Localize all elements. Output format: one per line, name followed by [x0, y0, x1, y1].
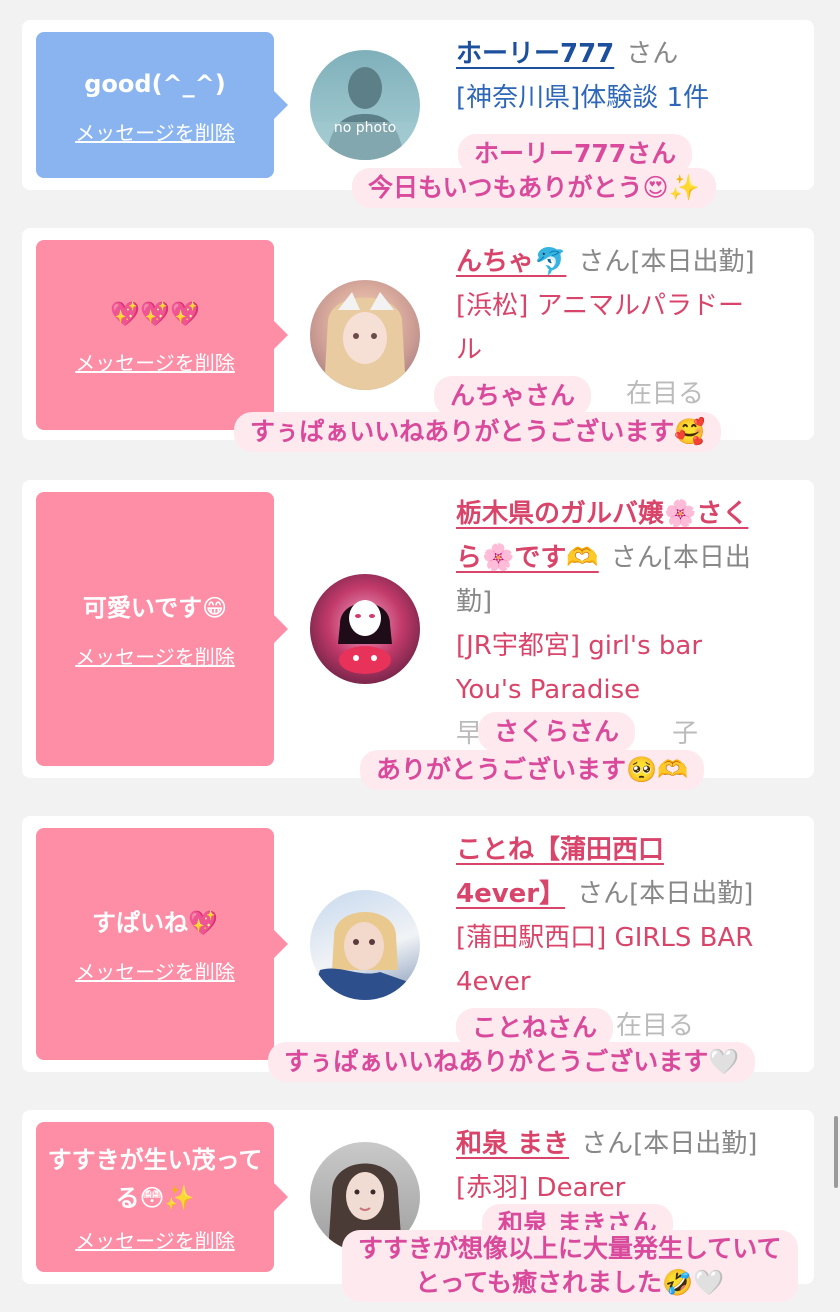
user-name-link[interactable]: ホーリー777	[456, 39, 614, 69]
san-suffix: さん[本日出勤]	[578, 247, 755, 277]
story-caption-message: すぅぱぁいいねありがとうございます🥰	[234, 412, 722, 452]
avatar[interactable]	[310, 280, 420, 390]
user-name-link-cont[interactable]: ら🌸です🫶	[456, 543, 599, 573]
avatar[interactable]	[310, 890, 420, 1000]
story-caption-name: んちゃさん	[434, 376, 592, 416]
message-bubble: 💖💖💖 メッセージを削除	[36, 240, 288, 430]
profile-photo	[310, 912, 420, 1000]
message-bubble: すぱいね💖 メッセージを削除	[36, 828, 288, 1060]
san-suffix-cont: 勤]	[456, 587, 493, 617]
story-caption-message: ありがとうございます🥺🫶	[360, 750, 705, 790]
message-card-3: 可愛いです😁 メッセージを削除 栃木県のガルバ嬢🌸さく ら🌸です🫶 さん[本日出 …	[22, 480, 814, 778]
san-suffix: さん[本日出勤]	[581, 1129, 758, 1159]
silhouette-icon	[310, 67, 420, 160]
scrollbar[interactable]	[834, 1116, 838, 1188]
no-photo-caption: no photo	[333, 120, 397, 136]
user-name-link-cont[interactable]: 4ever】	[456, 879, 565, 909]
shop-name-cont: You's Paradise	[456, 675, 641, 705]
shop-name-cont: ル	[456, 335, 483, 365]
user-name-link[interactable]: 栃木県のガルバ嬢🌸さく	[456, 499, 748, 529]
message-bubble: 可愛いです😁 メッセージを削除	[36, 492, 288, 766]
story-caption-message: すすきが想像以上に大量発生していて とっても癒されました🤣🤍	[342, 1230, 798, 1302]
delete-message-link[interactable]: メッセージを削除	[75, 1225, 235, 1254]
avatar[interactable]	[310, 574, 420, 684]
avatar-no-photo[interactable]: no photo	[310, 50, 420, 160]
user-name-link[interactable]: んちゃ🐬	[456, 247, 566, 277]
story-caption-message: 今日もいつもありがとう😍✨	[352, 168, 716, 208]
message-text: すすきが生い茂ってる😳✨	[47, 1145, 263, 1212]
review-count: [神奈川県]体験談 1件	[456, 83, 710, 113]
message-card-4: すぱいね💖 メッセージを削除 ことね【蒲田西口 4ever】 さん[本日出勤] […	[22, 816, 814, 1072]
delete-message-link[interactable]: メッセージを削除	[75, 956, 235, 985]
delete-message-link[interactable]: メッセージを削除	[75, 347, 235, 376]
user-name-link[interactable]: 和泉 まき	[456, 1129, 569, 1159]
message-text: good(^_^)	[84, 69, 226, 98]
san-suffix: さん[本日出	[610, 543, 751, 573]
message-bubble: good(^_^) メッセージを削除	[36, 32, 288, 178]
shop-name: [浜松] アニマルパラドー	[456, 291, 745, 321]
message-text: 可愛いです😁	[82, 593, 228, 622]
delete-message-link[interactable]: メッセージを削除	[75, 641, 235, 670]
delete-message-link[interactable]: メッセージを削除	[75, 117, 235, 146]
story-caption-message-line2: とっても癒されました🤣🤍	[415, 1268, 725, 1297]
message-text: 💖💖💖	[110, 299, 200, 328]
story-caption-name: さくらさん	[478, 712, 636, 752]
message-text: すぱいね💖	[92, 908, 218, 937]
user-name-link[interactable]: ことね【蒲田西口	[456, 835, 664, 865]
shop-name: [蒲田駅西口] GIRLS BAR	[456, 923, 754, 953]
profile-photo	[338, 600, 392, 674]
story-caption-message: すぅぱぁいいねありがとうございます🤍	[268, 1042, 756, 1082]
message-card-1: good(^_^) メッセージを削除 no photo ホーリー777 さん [神…	[22, 20, 814, 190]
user-info: ホーリー777 さん [神奈川県]体験談 1件	[456, 32, 796, 120]
user-info: 和泉 まき さん[本日出勤] [赤羽] Dearer	[456, 1122, 796, 1210]
story-caption-message-line1: すすきが想像以上に大量発生していて	[358, 1234, 782, 1263]
shop-name-cont: 4ever	[456, 967, 531, 997]
san-suffix: さん[本日出勤]	[577, 879, 754, 909]
message-card-2: 💖💖💖 メッセージを削除 んちゃ🐬 さん[本日出勤] [浜松] アニマルパラドー …	[22, 228, 814, 440]
profile-photo	[324, 292, 406, 390]
message-bubble: すすきが生い茂ってる😳✨ メッセージを削除	[36, 1122, 288, 1272]
shop-name: [JR宇都宮] girl's bar	[456, 631, 703, 661]
san-suffix: さん	[626, 39, 679, 69]
